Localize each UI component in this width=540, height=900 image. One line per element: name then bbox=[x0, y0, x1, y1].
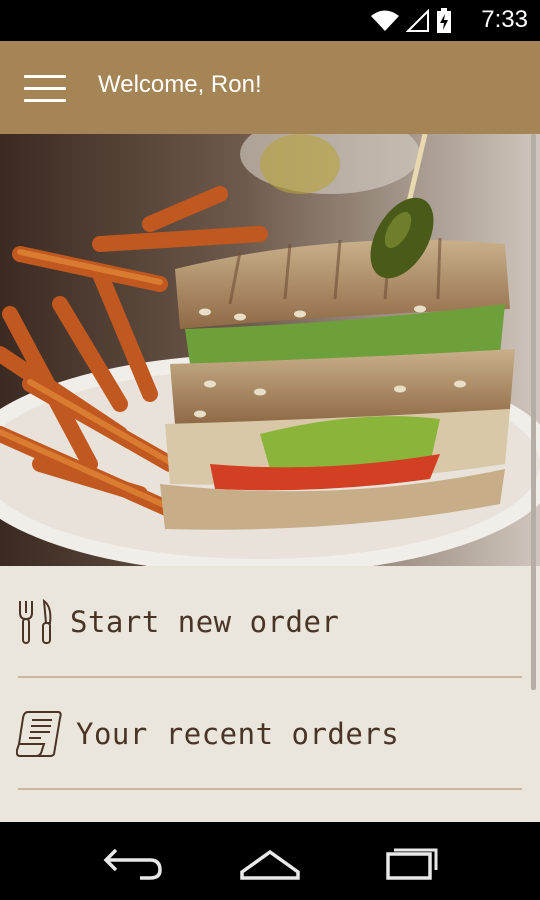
recent-orders-button[interactable]: Your recent orders bbox=[16, 678, 522, 790]
status-time: 7:33 bbox=[481, 6, 528, 33]
menu-hamburger-icon[interactable] bbox=[24, 75, 66, 103]
system-nav-bar bbox=[0, 822, 540, 900]
fork-knife-icon bbox=[19, 598, 52, 644]
start-new-order-label: Start new order bbox=[70, 605, 340, 639]
status-bar: 7:33 bbox=[0, 0, 540, 41]
hero-sandwich-image bbox=[0, 134, 540, 566]
home-icon[interactable] bbox=[238, 840, 302, 882]
signal-icon bbox=[406, 9, 429, 32]
menu-divider bbox=[18, 788, 522, 790]
recent-apps-icon[interactable] bbox=[378, 840, 442, 882]
wifi-icon bbox=[371, 10, 399, 31]
app-bar: Welcome, Ron! bbox=[0, 41, 540, 134]
app-screen: 7:33 Welcome, Ron! Start new order Your … bbox=[0, 0, 540, 900]
receipt-scroll-icon bbox=[16, 711, 62, 757]
battery-icon bbox=[437, 8, 451, 33]
start-new-order-button[interactable]: Start new order bbox=[16, 566, 522, 678]
recent-orders-label: Your recent orders bbox=[76, 717, 400, 751]
back-icon[interactable] bbox=[100, 840, 164, 882]
main-menu: Start new order Your recent orders bbox=[0, 566, 540, 822]
welcome-title: Welcome, Ron! bbox=[98, 71, 262, 98]
status-icons bbox=[370, 8, 452, 34]
scrollbar[interactable] bbox=[531, 134, 536, 690]
